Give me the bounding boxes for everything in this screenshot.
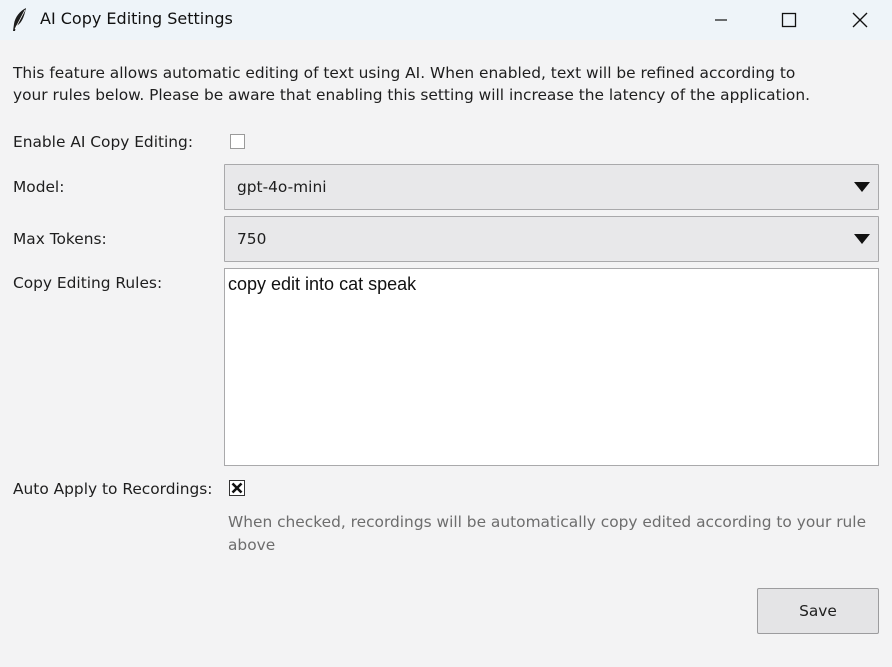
- description-line-1: This feature allows automatic editing of…: [13, 64, 796, 82]
- feather-icon: [10, 7, 30, 33]
- feature-description: This feature allows automatic editing of…: [13, 62, 853, 106]
- checkmark-x-icon: [231, 482, 243, 494]
- maximize-icon: [781, 12, 797, 28]
- title-bar[interactable]: AI Copy Editing Settings: [0, 0, 892, 40]
- auto-apply-help-text: When checked, recordings will be automat…: [228, 511, 876, 557]
- description-line-2: your rules below. Please be aware that e…: [13, 86, 810, 104]
- close-icon: [852, 12, 868, 28]
- enable-copy-editing-checkbox[interactable]: [230, 134, 245, 149]
- close-button[interactable]: [836, 0, 884, 40]
- chevron-down-icon: [854, 234, 870, 244]
- maximize-button[interactable]: [765, 0, 813, 40]
- save-button[interactable]: Save: [757, 588, 879, 634]
- minimize-button[interactable]: [697, 0, 745, 40]
- model-select-value: gpt-4o-mini: [237, 178, 327, 196]
- copy-editing-rules-label: Copy Editing Rules:: [13, 274, 163, 292]
- auto-apply-label: Auto Apply to Recordings:: [13, 480, 213, 498]
- chevron-down-icon: [854, 182, 870, 192]
- copy-editing-rules-textarea[interactable]: [224, 268, 879, 466]
- max-tokens-select-value: 750: [237, 230, 267, 248]
- model-label: Model:: [13, 178, 65, 196]
- max-tokens-select[interactable]: 750: [224, 216, 879, 262]
- enable-copy-editing-label: Enable AI Copy Editing:: [13, 133, 193, 151]
- model-select[interactable]: gpt-4o-mini: [224, 164, 879, 210]
- auto-apply-help-line-2: above: [228, 536, 276, 554]
- auto-apply-checkbox[interactable]: [229, 480, 245, 496]
- window-title: AI Copy Editing Settings: [40, 9, 233, 28]
- minimize-icon: [715, 19, 727, 21]
- max-tokens-label: Max Tokens:: [13, 230, 107, 248]
- auto-apply-help-line-1: When checked, recordings will be automat…: [228, 513, 867, 531]
